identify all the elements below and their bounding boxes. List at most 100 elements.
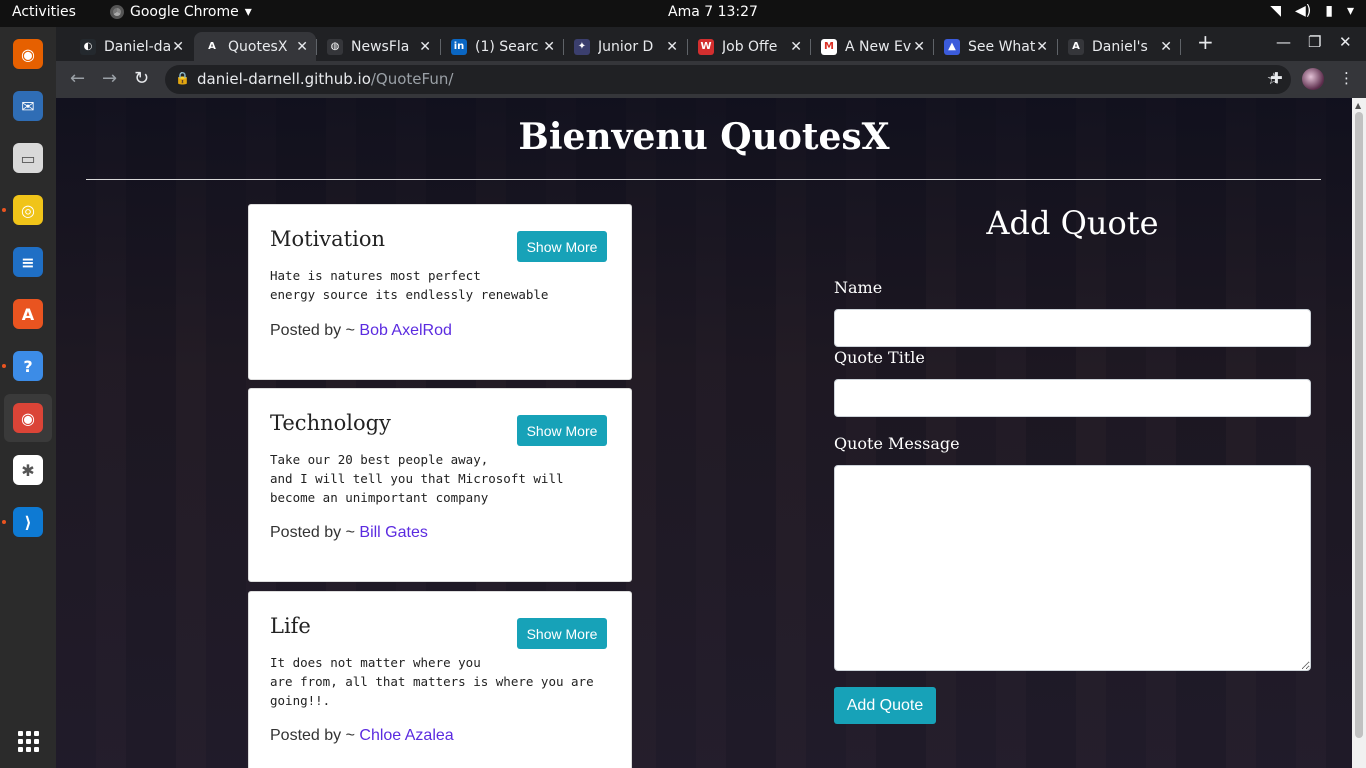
tab-favicon-icon: ▲	[944, 38, 960, 55]
quote-posted-by: Posted by ~ Bob AxelRod	[270, 322, 452, 340]
app-menu-label: Google Chrome	[130, 4, 239, 20]
tab-title: QuotesX	[228, 38, 288, 55]
dock-item-firefox[interactable]: ◉	[4, 30, 52, 78]
tab-title: Daniel-da	[104, 38, 172, 55]
add-quote-button[interactable]: Add Quote	[834, 687, 936, 724]
tab-title: A New Ev	[845, 38, 912, 55]
tab-separator	[440, 39, 441, 55]
browser-tab[interactable]: ◐ Daniel-da ✕	[70, 32, 192, 61]
quote-message-textarea[interactable]	[834, 465, 1311, 671]
show-more-button[interactable]: Show More	[517, 415, 607, 446]
app-grid-icon	[17, 730, 39, 752]
tab-title: (1) Searc	[475, 38, 539, 55]
running-indicator	[2, 208, 6, 212]
activities-button[interactable]: Activities	[12, 4, 76, 20]
chevron-down-icon: ▾	[1346, 3, 1354, 19]
clock[interactable]: Ama 7 13:27	[668, 4, 758, 20]
posted-by-label: Posted by ~	[270, 727, 360, 744]
system-top-bar: Activities Google Chrome ▾ Ama 7 13:27 ◥…	[0, 0, 1366, 27]
posted-by-label: Posted by ~	[270, 524, 360, 541]
restore-icon[interactable]: ❐	[1308, 33, 1321, 51]
tab-title: See What	[968, 38, 1036, 55]
name-input[interactable]	[834, 309, 1311, 347]
reload-icon[interactable]: ↻	[134, 68, 149, 89]
libreoffice-writer-icon: ≡	[13, 247, 43, 277]
caret-down-icon: ▾	[244, 4, 252, 20]
dock-item-thunderbird[interactable]: ✉	[4, 82, 52, 130]
tab-favicon-icon: in	[451, 38, 467, 55]
back-icon[interactable]: ←	[70, 68, 85, 89]
tab-separator	[1180, 39, 1181, 55]
dock-item-vscode[interactable]: ⟩	[4, 498, 52, 546]
page-viewport: Bienvenu QuotesX Motivation Show More Ha…	[56, 98, 1352, 768]
tab-close-icon[interactable]: ✕	[543, 39, 555, 55]
system-tray[interactable]: ◥ ◀) ▮ ▾	[1270, 3, 1354, 19]
tab-close-icon[interactable]: ✕	[1160, 39, 1172, 55]
app-menu[interactable]: Google Chrome ▾	[110, 4, 252, 20]
dock-item-files[interactable]: ▭	[4, 134, 52, 182]
quote-title: Life	[270, 614, 311, 638]
browser-tab[interactable]: in (1) Searc ✕	[441, 32, 563, 61]
tab-favicon-icon: ✦	[574, 38, 590, 55]
help-icon: ?	[13, 351, 43, 381]
address-url: daniel-darnell.github.io/QuoteFun/	[197, 70, 453, 88]
tab-close-icon[interactable]: ✕	[913, 39, 925, 55]
browser-tab[interactable]: W Job Offe ✕	[688, 32, 810, 61]
author-link[interactable]: Chloe Azalea	[359, 727, 453, 744]
menu-kebab-icon[interactable]: ⋮	[1339, 69, 1354, 87]
browser-tab[interactable]: ▲ See What ✕	[934, 32, 1056, 61]
tab-separator	[1057, 39, 1058, 55]
tab-close-icon[interactable]: ✕	[296, 39, 308, 55]
browser-tab[interactable]: ✦ Junior D ✕	[564, 32, 686, 61]
dock-item-help[interactable]: ?	[4, 342, 52, 390]
dock-item-slack[interactable]: ✱	[4, 446, 52, 494]
dock-item-libreoffice-writer[interactable]: ≡	[4, 238, 52, 286]
quote-card: Technology Show More Take our 20 best pe…	[248, 388, 632, 582]
tab-close-icon[interactable]: ✕	[419, 39, 431, 55]
close-window-icon[interactable]: ✕	[1339, 33, 1352, 51]
tab-title: NewsFla	[351, 38, 410, 55]
tab-close-icon[interactable]: ✕	[1036, 39, 1048, 55]
quote-title-input[interactable]	[834, 379, 1311, 417]
quote-posted-by: Posted by ~ Chloe Azalea	[270, 727, 454, 745]
lock-icon[interactable]: 🔒	[175, 71, 190, 85]
browser-tab[interactable]: M A New Ev ✕	[811, 32, 933, 61]
dock-item-ubuntu-software[interactable]: A	[4, 290, 52, 338]
address-bar[interactable]: 🔒 daniel-darnell.github.io/QuoteFun/ ☆	[165, 65, 1291, 94]
new-tab-icon[interactable]: +	[1197, 30, 1214, 54]
profile-avatar[interactable]	[1302, 68, 1324, 90]
browser-tab[interactable]: A Daniel's ✕	[1058, 32, 1180, 61]
forward-icon[interactable]: →	[102, 68, 117, 89]
quote-message: Take our 20 best people away, and I will…	[270, 452, 564, 505]
minimize-icon[interactable]: —	[1276, 33, 1291, 51]
author-link[interactable]: Bob AxelRod	[359, 322, 452, 339]
tab-favicon-icon: A	[204, 38, 220, 55]
show-more-button[interactable]: Show More	[517, 618, 607, 649]
browser-tab[interactable]: A QuotesX ✕	[194, 32, 316, 61]
tab-favicon-icon: ◐	[80, 38, 96, 55]
page-scrollbar[interactable]: ▲	[1352, 98, 1366, 768]
add-quote-title: Add Quote	[986, 204, 1159, 242]
browser-tab[interactable]: ◍ NewsFla ✕	[317, 32, 439, 61]
show-more-button[interactable]: Show More	[517, 231, 607, 262]
tab-close-icon[interactable]: ✕	[666, 39, 678, 55]
quote-message: It does not matter where you are from, a…	[270, 655, 594, 708]
tab-separator	[563, 39, 564, 55]
scroll-up-icon[interactable]: ▲	[1355, 101, 1361, 110]
running-indicator	[2, 364, 6, 368]
dock-item-chrome[interactable]: ◉	[4, 394, 52, 442]
browser-toolbar: ← → ↻ 🔒 daniel-darnell.github.io/QuoteFu…	[56, 61, 1366, 98]
author-link[interactable]: Bill Gates	[359, 524, 427, 541]
quote-title: Motivation	[270, 227, 386, 251]
ubuntu-software-icon: A	[13, 299, 43, 329]
tab-close-icon[interactable]: ✕	[790, 39, 802, 55]
extensions-icon[interactable]: ✚	[1270, 69, 1283, 87]
running-indicator	[2, 520, 6, 524]
quote-title: Technology	[270, 411, 391, 435]
tab-title: Daniel's	[1092, 38, 1148, 55]
tab-close-icon[interactable]: ✕	[172, 39, 184, 55]
posted-by-label: Posted by ~	[270, 322, 360, 339]
scrollbar-thumb[interactable]	[1355, 112, 1363, 738]
dock-item-rhythmbox[interactable]: ◎	[4, 186, 52, 234]
show-applications-button[interactable]	[4, 717, 52, 765]
